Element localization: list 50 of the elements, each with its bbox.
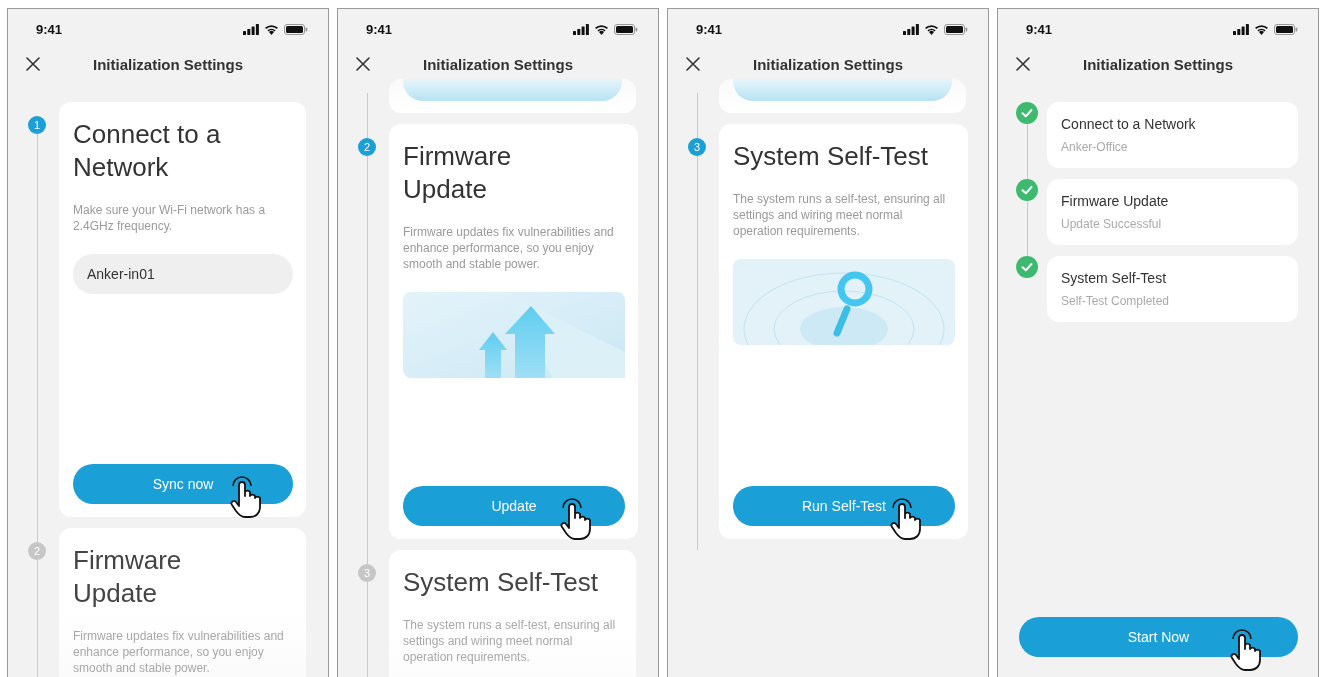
step-description: Firmware updates fix vulnerabilities and enhance performance, so you enjoy smooth and stable power. [403, 224, 615, 272]
battery-icon [284, 23, 308, 35]
step-description: Make sure your Wi-Fi network has a 2.4GHz frequency. [73, 202, 267, 234]
screen-title: Initialization Settings [423, 55, 573, 73]
close-icon[interactable] [1016, 57, 1030, 71]
screen-title: Initialization Settings [753, 55, 903, 73]
signal-icon [1233, 23, 1249, 35]
signal-icon [573, 23, 589, 35]
step-number: 1 [28, 116, 46, 134]
step-title: Firmware Update [1061, 193, 1170, 209]
battery-icon [614, 23, 638, 35]
signal-icon [903, 23, 919, 35]
start-now-button[interactable]: Start Now [1019, 617, 1298, 657]
wifi-icon [264, 23, 279, 35]
close-icon[interactable] [26, 57, 40, 71]
step-description: Firmware updates fix vulnerabilities and enhance performance, so you enjoy smooth and stable power. [73, 628, 285, 676]
wifi-icon [1254, 23, 1269, 35]
status-time: 9:41 [366, 21, 393, 37]
step-description: The system runs a self-test, ensuring all settings and wiring meet normal operation requirements. [403, 617, 617, 665]
step-title: System Self-Test [1061, 270, 1168, 286]
wifi-icon [924, 23, 939, 35]
step-title: Firmware Update [73, 544, 183, 610]
primary-button[interactable]: Sync now [73, 464, 293, 504]
close-icon[interactable] [356, 57, 370, 71]
battery-icon [1274, 23, 1298, 35]
primary-button[interactable]: Run Self-Test [733, 486, 955, 526]
step-title: System Self-Test [733, 140, 930, 173]
primary-button[interactable]: Update [403, 486, 625, 526]
step-description: The system runs a self-test, ensuring all settings and wiring meet normal operation requirements. [733, 191, 947, 239]
step-number: 3 [688, 138, 706, 156]
status-time: 9:41 [696, 21, 723, 37]
step-title: System Self-Test [403, 566, 600, 599]
hand-cursor-icon [1229, 629, 1263, 671]
step-result: Update Successful [1061, 217, 1163, 231]
status-time: 9:41 [36, 21, 63, 37]
step-title: Connect to a Network [73, 118, 222, 184]
screen-title: Initialization Settings [1083, 55, 1233, 73]
wifi-icon [594, 23, 609, 35]
screen-title: Initialization Settings [93, 55, 243, 73]
step-number: 2 [358, 138, 376, 156]
step-result: Self-Test Completed [1061, 294, 1171, 308]
step-title: Firmware Update [403, 140, 513, 206]
step-number: 3 [358, 564, 376, 582]
network-name-field[interactable]: Anker-in01 [73, 254, 293, 294]
step-title: Connect to a Network [1061, 116, 1197, 132]
battery-icon [944, 23, 968, 35]
signal-icon [243, 23, 259, 35]
close-icon[interactable] [686, 57, 700, 71]
status-time: 9:41 [1026, 21, 1053, 37]
step-result: Anker-Office [1061, 140, 1129, 154]
